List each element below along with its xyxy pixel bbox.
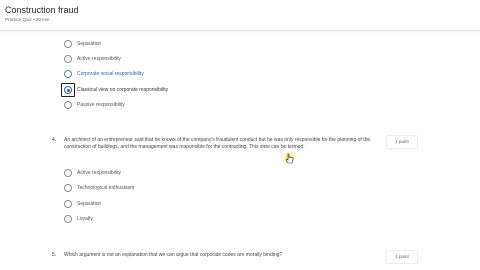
quiz-header: Construction fraud Practice Quiz • 20 mi… bbox=[0, 0, 480, 31]
question-text: An architect of an entrepreneur said tha… bbox=[64, 137, 371, 150]
option-label: Active responsibility bbox=[77, 56, 121, 62]
radio-button-selected[interactable] bbox=[64, 86, 72, 94]
page-title: Construction fraud bbox=[5, 5, 79, 15]
radio-button[interactable] bbox=[64, 101, 72, 109]
radio-button[interactable] bbox=[64, 215, 72, 223]
radio-button[interactable] bbox=[64, 40, 72, 48]
option-label: Separation bbox=[77, 201, 102, 207]
option-label: Passive responsibility bbox=[77, 102, 125, 108]
hand-pointer-icon bbox=[284, 152, 296, 166]
radio-button[interactable] bbox=[64, 55, 72, 63]
option-label: Loyalty bbox=[77, 216, 93, 222]
option-label: Separation bbox=[77, 41, 102, 47]
quiz-content: Separation Active responsibility Corpora… bbox=[0, 31, 480, 270]
radio-button[interactable] bbox=[64, 200, 72, 208]
question-number: 5. bbox=[52, 252, 57, 258]
question-number: 4. bbox=[52, 137, 57, 143]
radio-button[interactable] bbox=[64, 184, 72, 192]
quiz-subtitle: Practice Quiz • 20 min bbox=[5, 17, 50, 22]
option-label: Active responsibility bbox=[77, 170, 121, 176]
option-label: Classical view on corporate responsibili… bbox=[77, 87, 169, 93]
points-badge: 1 point bbox=[386, 250, 418, 264]
option-label: Corporate social responsibility bbox=[77, 71, 144, 77]
option-label: Technological enthusiasm bbox=[77, 185, 135, 191]
radio-button[interactable] bbox=[64, 70, 72, 78]
radio-button[interactable] bbox=[64, 169, 72, 177]
points-badge: 1 point bbox=[386, 135, 418, 149]
question-text: Which argument is not an explanation tha… bbox=[64, 252, 283, 258]
